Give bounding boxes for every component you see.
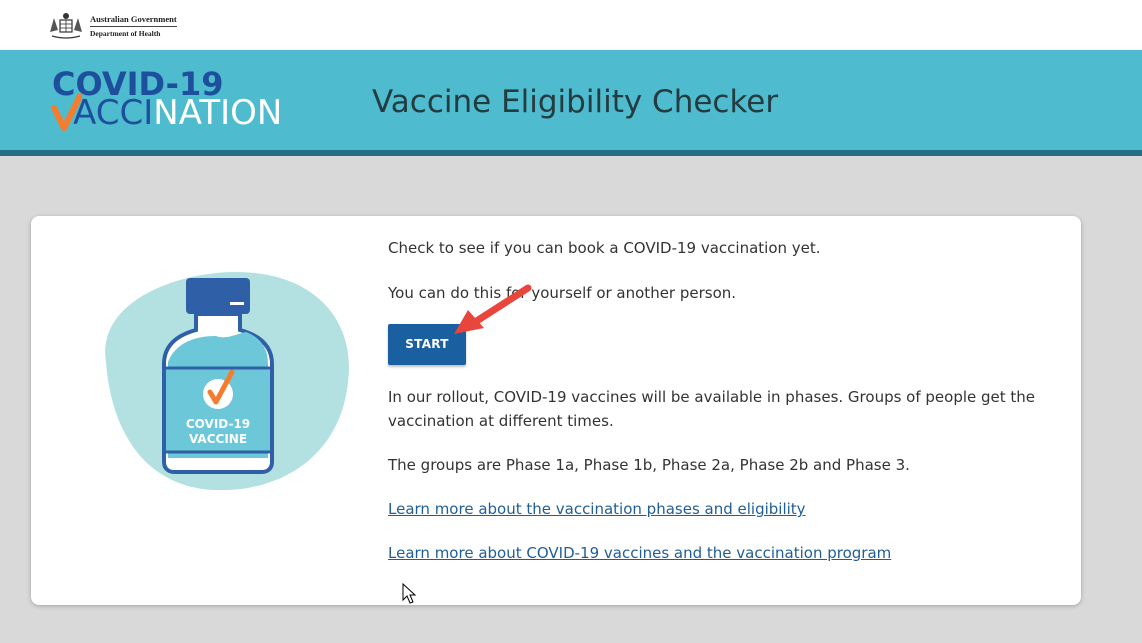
logo-check-icon (52, 94, 82, 131)
vaccines-program-link[interactable]: Learn more about COVID-19 vaccines and t… (388, 541, 891, 565)
gov-line2: Department of Health (90, 29, 161, 38)
rollout-text-line1: In our rollout, COVID-19 vaccines will b… (388, 388, 1036, 406)
government-wordmark: Australian Government Department of Heal… (90, 13, 177, 40)
government-header: Australian Government Department of Heal… (0, 0, 1142, 50)
coat-of-arms-icon (50, 13, 82, 39)
bottle-label-line1: COVID-19 (186, 417, 250, 431)
page-title: Vaccine Eligibility Checker (372, 84, 779, 120)
vaccine-bottle-illustration: COVID-19 VACCINE (105, 272, 350, 491)
logo-vaccination-text: VACCINATION (52, 93, 282, 133)
covid-vaccination-logo[interactable]: COVID-19 VACCINATION (52, 65, 302, 133)
banner-border (0, 150, 1142, 156)
logo-nation-text: NATION (153, 93, 283, 133)
groups-text: The groups are Phase 1a, Phase 1b, Phase… (388, 456, 910, 474)
phases-eligibility-link[interactable]: Learn more about the vaccination phases … (388, 497, 806, 521)
annotation-arrow-icon (454, 284, 532, 334)
bottle-label-line2: VACCINE (189, 432, 247, 446)
gov-line1: Australian Government (90, 13, 177, 27)
logo-acci-text: ACCI (73, 93, 154, 133)
rollout-text-line2: vaccination at different times. (388, 412, 614, 430)
for-whom-text: You can do this for yourself or another … (388, 284, 737, 302)
mouse-cursor-icon (402, 583, 417, 604)
intro-text: Check to see if you can book a COVID-19 … (388, 239, 821, 257)
